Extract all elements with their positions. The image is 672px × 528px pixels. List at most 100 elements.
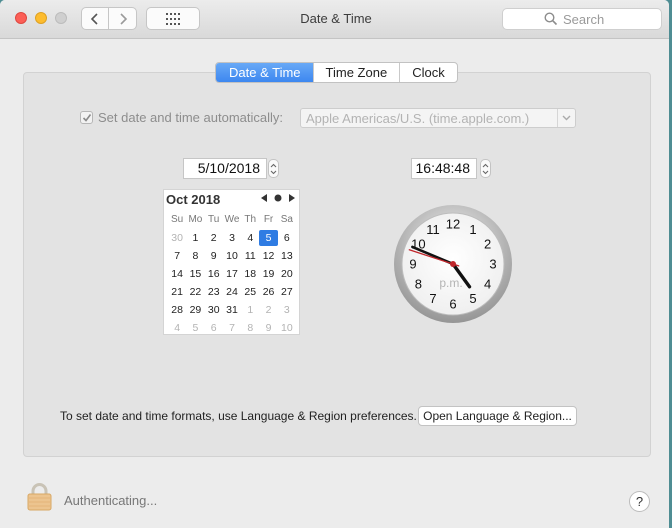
- calendar-day[interactable]: 4: [168, 319, 186, 337]
- calendar-day[interactable]: 29: [186, 301, 204, 319]
- previous-month-icon[interactable]: [261, 194, 267, 202]
- title-bar: Date & Time Search: [0, 0, 669, 39]
- time-server-arrow: [557, 109, 575, 127]
- calendar-day[interactable]: 8: [186, 247, 204, 265]
- stepper-arrows-icon: [270, 163, 277, 175]
- help-button[interactable]: ?: [629, 491, 650, 512]
- calendar-weekday: Mo: [188, 214, 203, 225]
- clock-numeral: 5: [469, 291, 476, 306]
- calendar-day[interactable]: 22: [186, 283, 204, 301]
- calendar-day[interactable]: 16: [205, 265, 223, 283]
- calendar-day[interactable]: 24: [223, 283, 241, 301]
- calendar-day[interactable]: 5: [186, 319, 204, 337]
- tab-date-time[interactable]: Date & Time: [216, 63, 313, 82]
- calendar-nav: [261, 194, 295, 202]
- clock-numeral: 6: [449, 297, 456, 312]
- tab-time-zone[interactable]: Time Zone: [312, 63, 400, 82]
- calendar-day[interactable]: 19: [259, 265, 277, 283]
- calendar-day[interactable]: 7: [168, 247, 186, 265]
- calendar-day[interactable]: 3: [278, 301, 296, 319]
- calendar-day[interactable]: 12: [259, 247, 277, 265]
- lock-icon[interactable]: [27, 483, 52, 511]
- auto-time-checkbox[interactable]: [80, 111, 93, 124]
- calendar-day[interactable]: 28: [168, 301, 186, 319]
- calendar-day[interactable]: 15: [186, 265, 204, 283]
- calendar-day[interactable]: 8: [241, 319, 259, 337]
- time-server-select[interactable]: Apple Americas/U.S. (time.apple.com.): [300, 108, 576, 128]
- calendar-day[interactable]: 1: [241, 301, 259, 319]
- month-calendar[interactable]: Oct 2018 Su Mo Tu We Th Fr Sa 30 1 2 3 4 5 6 7 8 9 10 11 12…: [163, 189, 300, 335]
- calendar-week-row: 28 29 30 31 1 2 3: [168, 301, 296, 319]
- calendar-weekday: Su: [171, 214, 184, 225]
- clock-numeral: 2: [484, 237, 491, 252]
- clock-numeral: 11: [426, 222, 440, 237]
- time-server-value: Apple Americas/U.S. (time.apple.com.): [306, 111, 530, 126]
- calendar-day[interactable]: 20: [278, 265, 296, 283]
- calendar-day[interactable]: 1: [186, 229, 204, 247]
- calendar-grid: Su Mo Tu We Th Fr Sa 30 1 2 3 4 5 6 7 8 9 10 11 12 13 14 15 16 1…: [168, 211, 296, 337]
- clock-numeral: 3: [489, 257, 496, 272]
- calendar-day[interactable]: 25: [241, 283, 259, 301]
- calendar-day[interactable]: 13: [278, 247, 296, 265]
- calendar-day[interactable]: 31: [223, 301, 241, 319]
- calendar-day[interactable]: 14: [168, 265, 186, 283]
- calendar-weekday: Tu: [208, 214, 220, 225]
- time-stepper[interactable]: [480, 159, 491, 178]
- date-stepper[interactable]: [268, 159, 279, 178]
- calendar-day[interactable]: 26: [259, 283, 277, 301]
- calendar-week-row: 7 8 9 10 11 12 13: [168, 247, 296, 265]
- clock-numeral: 12: [446, 217, 460, 232]
- date-field[interactable]: 5/10/2018: [183, 158, 267, 179]
- calendar-day[interactable]: 17: [223, 265, 241, 283]
- open-language-region-button[interactable]: Open Language & Region...: [418, 406, 577, 426]
- tab-clock[interactable]: Clock: [399, 63, 457, 82]
- calendar-day[interactable]: 7: [223, 319, 241, 337]
- clock-numeral: 1: [469, 222, 476, 237]
- calendar-day[interactable]: 27: [278, 283, 296, 301]
- calendar-day[interactable]: 4: [241, 229, 259, 247]
- clock-center-pin: [450, 261, 456, 267]
- calendar-day[interactable]: 30: [168, 229, 186, 247]
- stepper-arrows-icon: [482, 163, 489, 175]
- calendar-weekday-header: Su Mo Tu We Th Fr Sa: [168, 211, 296, 229]
- calendar-weekday: Fr: [263, 214, 274, 225]
- formats-hint: To set date and time formats, use Langua…: [60, 409, 417, 423]
- content-panel: [23, 72, 651, 457]
- auto-time-label: Set date and time automatically:: [98, 110, 283, 125]
- calendar-day[interactable]: 2: [205, 229, 223, 247]
- next-month-icon[interactable]: [289, 194, 295, 202]
- calendar-day[interactable]: 30: [205, 301, 223, 319]
- calendar-weekday: Sa: [280, 214, 293, 225]
- clock-ampm: p.m.: [439, 276, 462, 290]
- checkmark-icon: [82, 114, 92, 122]
- calendar-day[interactable]: 3: [223, 229, 241, 247]
- calendar-day[interactable]: 6: [205, 319, 223, 337]
- clock-numeral: 7: [429, 291, 436, 306]
- calendar-weekday: Th: [244, 214, 257, 225]
- clock-numeral: 4: [484, 277, 491, 292]
- calendar-day[interactable]: 10: [278, 319, 296, 337]
- calendar-day[interactable]: 11: [241, 247, 259, 265]
- search-field[interactable]: Search: [502, 8, 662, 30]
- authentication-status: Authenticating...: [64, 493, 158, 508]
- clock-numeral: 8: [415, 277, 422, 292]
- calendar-day[interactable]: 5: [259, 230, 278, 246]
- today-dot-icon[interactable]: [274, 194, 282, 202]
- calendar-day[interactable]: 10: [223, 247, 241, 265]
- calendar-weekday: We: [224, 214, 240, 225]
- preferences-window: Date & Time Search Date & Time Time Zone…: [0, 0, 669, 528]
- chevron-down-icon: [562, 115, 571, 121]
- calendar-day[interactable]: 6: [278, 229, 296, 247]
- calendar-day[interactable]: 2: [259, 301, 277, 319]
- calendar-day[interactable]: 9: [259, 319, 277, 337]
- calendar-week-row: 4 5 6 7 8 9 10: [168, 319, 296, 337]
- calendar-day[interactable]: 23: [205, 283, 223, 301]
- calendar-day[interactable]: 21: [168, 283, 186, 301]
- calendar-day[interactable]: 9: [205, 247, 223, 265]
- search-placeholder: Search: [563, 12, 605, 27]
- time-field[interactable]: 16:48:48: [411, 158, 477, 179]
- calendar-day[interactable]: 18: [241, 265, 259, 283]
- calendar-month-title: Oct 2018: [166, 192, 221, 207]
- calendar-week-row: 21 22 23 24 25 26 27: [168, 283, 296, 301]
- calendar-week-row: 14 15 16 17 18 19 20: [168, 265, 296, 283]
